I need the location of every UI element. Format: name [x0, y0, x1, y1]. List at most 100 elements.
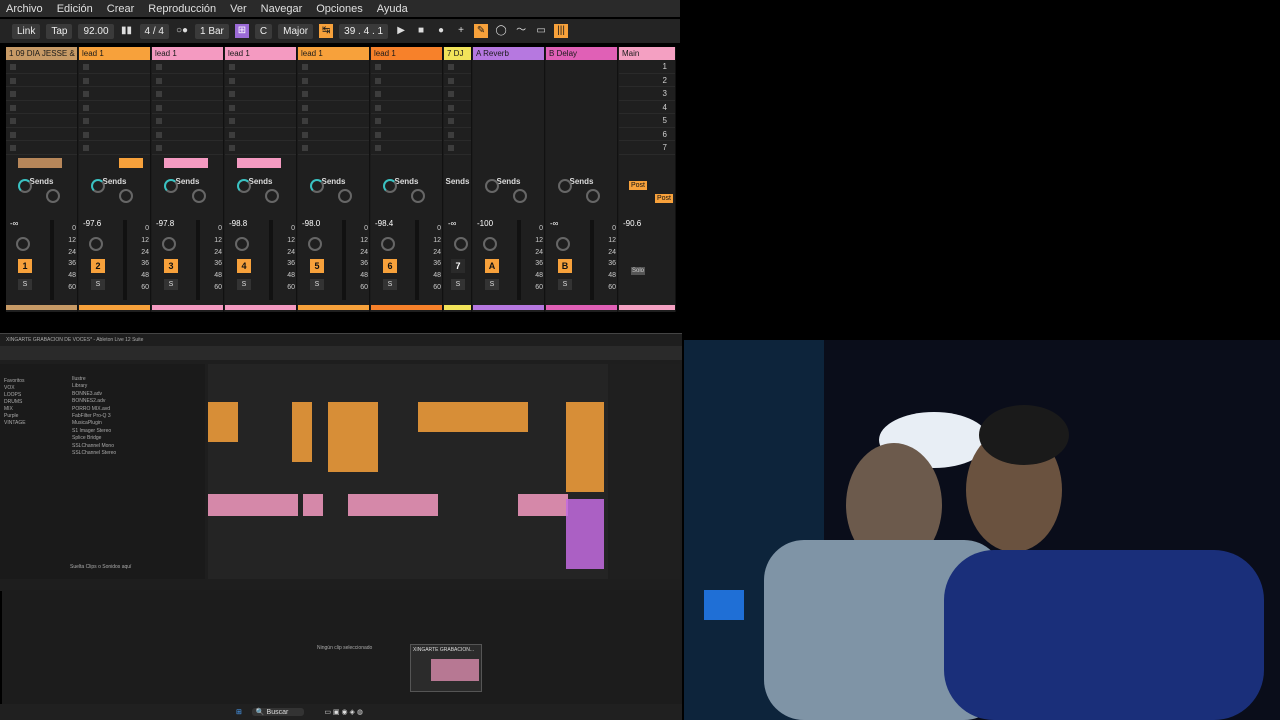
clip-slot[interactable] — [298, 60, 369, 74]
track-header[interactable]: lead 1 — [298, 47, 369, 60]
record-dot-icon[interactable]: ○● — [175, 24, 189, 38]
send-b-knob[interactable] — [119, 189, 133, 203]
clip-slot[interactable] — [6, 141, 77, 155]
slot-stop-icon[interactable] — [83, 64, 89, 70]
taskbar-apps-icon[interactable]: ▭ ▣ ◉ ◈ ◍ — [324, 708, 363, 716]
send-b-knob[interactable] — [192, 189, 206, 203]
slot-stop-icon[interactable] — [10, 64, 16, 70]
slot-stop-icon[interactable] — [10, 131, 16, 138]
slot-stop-icon[interactable] — [375, 118, 381, 124]
slot-stop-icon[interactable] — [10, 145, 16, 151]
send-b-knob[interactable] — [513, 189, 527, 203]
menu-item-6[interactable]: Opciones — [316, 3, 362, 15]
browser-item[interactable]: Splice Bridge — [72, 435, 202, 442]
scene-launch[interactable]: 2 — [619, 74, 675, 87]
pan-knob[interactable] — [89, 237, 103, 251]
clip-slot[interactable] — [79, 87, 150, 101]
slot-stop-icon[interactable] — [10, 91, 16, 97]
clip-slot[interactable] — [444, 141, 471, 155]
send-a-knob[interactable] — [237, 179, 251, 193]
clip-slot[interactable] — [371, 60, 442, 74]
send-a-knob[interactable] — [164, 179, 178, 193]
slot-stop-icon[interactable] — [448, 104, 454, 111]
pan-knob[interactable] — [235, 237, 249, 251]
slot-stop-icon[interactable] — [83, 131, 89, 138]
draw-icon[interactable]: 〜 — [514, 24, 528, 38]
clip-slot[interactable] — [371, 141, 442, 155]
browser-category[interactable]: VINTAGE — [4, 420, 64, 427]
clip[interactable] — [119, 158, 143, 168]
track-header[interactable]: lead 1 — [152, 47, 223, 60]
volume-readout[interactable]: -∞ — [10, 219, 18, 228]
loop-icon[interactable]: ◯ — [494, 24, 508, 38]
clip-slot[interactable] — [444, 60, 471, 74]
quantize-field[interactable]: 1 Bar — [194, 23, 229, 39]
solo-button[interactable]: S — [383, 279, 397, 290]
slot-stop-icon[interactable] — [229, 64, 235, 70]
record-icon[interactable]: ● — [434, 24, 448, 38]
clip-slot[interactable] — [444, 74, 471, 87]
clip-slot[interactable] — [444, 101, 471, 114]
volume-readout[interactable]: -100 — [477, 219, 493, 228]
master-volume[interactable]: -90.6 — [623, 219, 641, 228]
track-header[interactable]: A Reverb — [473, 47, 544, 60]
signature-field[interactable]: 4 / 4 — [139, 23, 169, 39]
clip[interactable] — [164, 158, 208, 168]
send-a-knob[interactable] — [558, 179, 572, 193]
menu-item-4[interactable]: Ver — [230, 3, 247, 15]
windows-start-icon[interactable]: ⊞ — [236, 708, 242, 716]
slot-stop-icon[interactable] — [156, 131, 162, 138]
slot-stop-icon[interactable] — [302, 64, 308, 70]
browser-category[interactable]: MIX — [4, 406, 64, 413]
view-icon[interactable]: ||| — [554, 24, 569, 38]
clip-slot[interactable] — [79, 74, 150, 87]
clip-slot[interactable] — [444, 128, 471, 141]
clip-slot[interactable] — [371, 101, 442, 114]
clip-slot[interactable] — [6, 74, 77, 87]
cpu-icon[interactable]: ▭ — [534, 24, 548, 38]
slot-stop-icon[interactable] — [83, 77, 89, 84]
track-activator[interactable]: A — [485, 259, 499, 273]
volume-readout[interactable]: -∞ — [550, 219, 558, 228]
solo-button[interactable]: S — [237, 279, 251, 290]
solo-button[interactable]: S — [91, 279, 105, 290]
slot-stop-icon[interactable] — [156, 118, 162, 124]
slot-stop-icon[interactable] — [448, 145, 454, 151]
clip-slot[interactable] — [152, 114, 223, 128]
clip-slot[interactable] — [371, 114, 442, 128]
position-field[interactable]: 39 . 4 . 1 — [339, 23, 389, 39]
solo-button[interactable]: S — [18, 279, 32, 290]
post-button-b[interactable]: Post — [655, 194, 674, 203]
browser-category[interactable]: DRUMS — [4, 399, 64, 406]
link-button[interactable]: Link — [12, 23, 41, 39]
pan-knob[interactable] — [162, 237, 176, 251]
slot-stop-icon[interactable] — [302, 145, 308, 151]
send-b-knob[interactable] — [46, 189, 60, 203]
menu-item-1[interactable]: Edición — [57, 3, 93, 15]
clip-slot[interactable] — [152, 74, 223, 87]
slot-stop-icon[interactable] — [375, 77, 381, 84]
clip-slot[interactable] — [79, 60, 150, 74]
tap-button[interactable]: Tap — [46, 23, 73, 39]
clip-slot[interactable] — [6, 114, 77, 128]
pan-knob[interactable] — [308, 237, 322, 251]
track-header[interactable]: 1 09 DIA JESSE & — [6, 47, 77, 60]
clip-slot[interactable] — [6, 87, 77, 101]
clip-slot[interactable] — [79, 101, 150, 114]
arrangement-clip[interactable] — [566, 402, 604, 492]
send-a-knob[interactable] — [310, 179, 324, 193]
metronome-icon[interactable]: ▮▮ — [120, 24, 134, 38]
clip-slot[interactable] — [152, 101, 223, 114]
slot-stop-icon[interactable] — [10, 77, 16, 84]
clip-slot[interactable] — [298, 141, 369, 155]
track-header[interactable]: lead 1 — [371, 47, 442, 60]
clip-slot[interactable] — [298, 128, 369, 141]
clip-slot[interactable] — [225, 87, 296, 101]
slot-stop-icon[interactable] — [448, 64, 454, 70]
track-activator[interactable]: 6 — [383, 259, 397, 273]
solo-button[interactable]: S — [310, 279, 324, 290]
browser-category[interactable]: LOOPS — [4, 392, 64, 399]
solo-button[interactable]: S — [558, 279, 572, 290]
slot-stop-icon[interactable] — [448, 118, 454, 124]
slot-stop-icon[interactable] — [302, 118, 308, 124]
